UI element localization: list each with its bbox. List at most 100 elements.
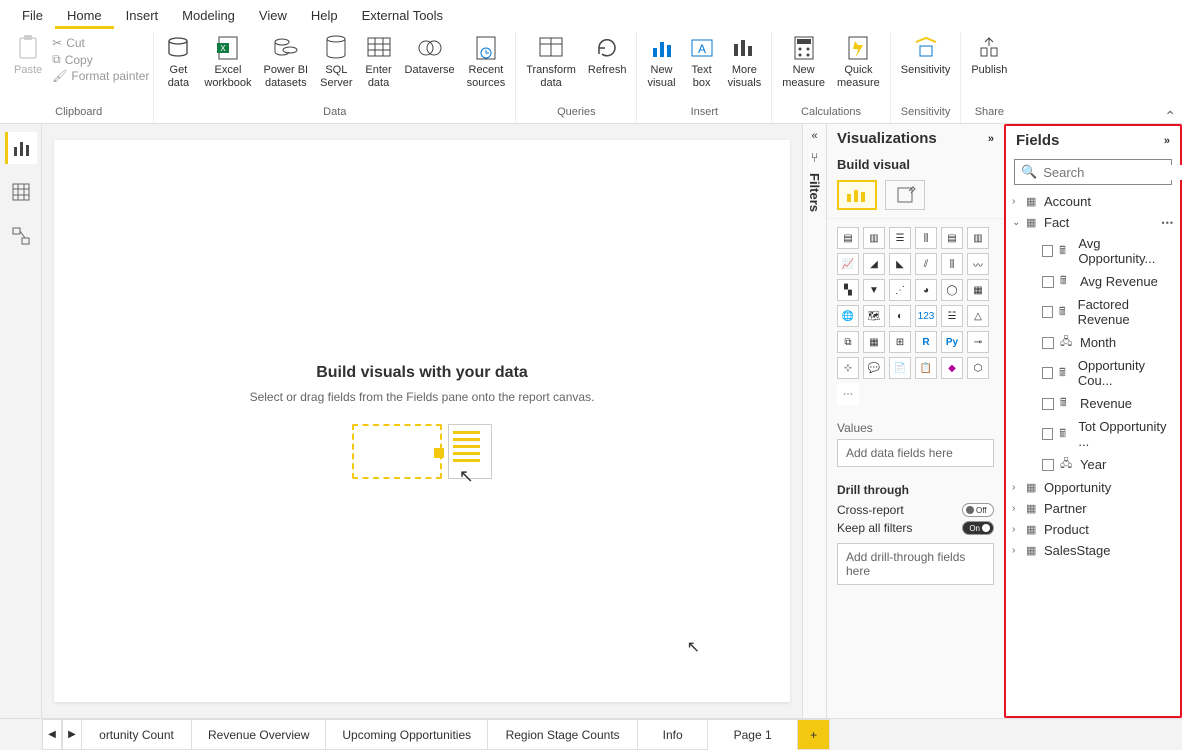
power-automate-icon[interactable]: ⬡: [967, 357, 989, 379]
fields-search[interactable]: 🔍: [1014, 159, 1172, 185]
key-influencers-icon[interactable]: ⊸: [967, 331, 989, 353]
menu-help[interactable]: Help: [299, 4, 350, 29]
menu-home[interactable]: Home: [55, 4, 114, 29]
checkbox[interactable]: [1042, 398, 1054, 410]
new-visual-button[interactable]: New visual: [641, 32, 681, 92]
decomposition-tree-icon[interactable]: ⊹: [837, 357, 859, 379]
field-year[interactable]: 🖧Year: [1006, 452, 1180, 477]
field-avg-revenue[interactable]: 🖩Avg Revenue: [1006, 269, 1180, 294]
get-more-visuals-icon[interactable]: ⋯: [837, 383, 859, 405]
checkbox[interactable]: [1042, 306, 1053, 318]
stacked-column-100-icon[interactable]: ▥: [967, 227, 989, 249]
kpi-icon[interactable]: △: [967, 305, 989, 327]
page-tab-upcoming-opportunities[interactable]: Upcoming Opportunities: [326, 719, 488, 750]
table-icon[interactable]: ▦: [863, 331, 885, 353]
tab-nav-prev[interactable]: ◀: [42, 719, 62, 750]
field-factored-revenue[interactable]: 🖩Factored Revenue: [1006, 294, 1180, 330]
enter-data-button[interactable]: Enter data: [359, 32, 399, 92]
keep-filters-toggle[interactable]: On: [962, 521, 994, 535]
treemap-icon[interactable]: ▦: [967, 279, 989, 301]
publish-button[interactable]: Publish: [965, 32, 1013, 79]
table-account[interactable]: ›▦Account: [1006, 191, 1180, 212]
dataverse-button[interactable]: Dataverse: [399, 32, 461, 79]
page-tab-page1[interactable]: Page 1: [708, 719, 798, 750]
collapse-fields-icon[interactable]: »: [1164, 135, 1170, 147]
field-avg-opportunity[interactable]: 🖩Avg Opportunity...: [1006, 233, 1180, 269]
page-tab-opportunity-count[interactable]: ortunity Count: [82, 719, 192, 750]
field-revenue[interactable]: 🖩Revenue: [1006, 391, 1180, 416]
menu-insert[interactable]: Insert: [114, 4, 171, 29]
tab-nav-next[interactable]: ▶: [62, 719, 82, 750]
table-opportunity[interactable]: ›▦Opportunity: [1006, 477, 1180, 498]
stacked-bar-icon[interactable]: ▤: [837, 227, 859, 249]
page-tab-info[interactable]: Info: [638, 719, 708, 750]
more-visuals-button[interactable]: More visuals: [722, 32, 768, 92]
drill-through-well[interactable]: Add drill-through fields here: [837, 543, 994, 585]
table-fact[interactable]: ⌄▦Fact•••: [1006, 212, 1180, 233]
power-apps-icon[interactable]: ◆: [941, 357, 963, 379]
page-tab-revenue-overview[interactable]: Revenue Overview: [192, 719, 326, 750]
format-painter-button[interactable]: 🖌Format painter: [52, 69, 149, 83]
line-stacked-column-icon[interactable]: ⫽: [915, 253, 937, 275]
clustered-bar-icon[interactable]: ☰: [889, 227, 911, 249]
python-visual-icon[interactable]: Py: [941, 331, 963, 353]
field-month[interactable]: 🖧Month: [1006, 330, 1180, 355]
checkbox[interactable]: [1042, 459, 1054, 471]
funnel-icon[interactable]: ▼: [863, 279, 885, 301]
cross-report-toggle[interactable]: Off: [962, 503, 994, 517]
stacked-area-icon[interactable]: ◣: [889, 253, 911, 275]
checkbox[interactable]: [1042, 276, 1054, 288]
copy-button[interactable]: ⧉Copy: [52, 52, 149, 67]
data-view-button[interactable]: [5, 176, 37, 208]
new-measure-button[interactable]: New measure: [776, 32, 831, 92]
multi-row-card-icon[interactable]: ☱: [941, 305, 963, 327]
slicer-icon[interactable]: ⧉: [837, 331, 859, 353]
waterfall-icon[interactable]: ▚: [837, 279, 859, 301]
menu-file[interactable]: File: [10, 4, 55, 29]
paginated-report-icon[interactable]: 📋: [915, 357, 937, 379]
checkbox[interactable]: [1042, 428, 1053, 440]
stacked-column-icon[interactable]: ▥: [863, 227, 885, 249]
r-visual-icon[interactable]: R: [915, 331, 937, 353]
add-page-button[interactable]: +: [798, 719, 830, 750]
matrix-icon[interactable]: ⊞: [889, 331, 911, 353]
get-data-button[interactable]: Get data: [158, 32, 198, 92]
ribbon-chart-icon[interactable]: 〰: [967, 253, 989, 275]
paste-button[interactable]: Paste: [8, 32, 48, 79]
cut-button[interactable]: ✂Cut: [52, 36, 149, 50]
sql-server-button[interactable]: SQL Server: [314, 32, 358, 92]
more-options-icon[interactable]: •••: [1162, 218, 1174, 228]
model-view-button[interactable]: [5, 220, 37, 252]
qa-visual-icon[interactable]: 💬: [863, 357, 885, 379]
clustered-column-icon[interactable]: ⫼: [915, 227, 937, 249]
table-product[interactable]: ›▦Product: [1006, 519, 1180, 540]
excel-workbook-button[interactable]: XExcel workbook: [198, 32, 257, 92]
checkbox[interactable]: [1042, 245, 1053, 257]
quick-measure-button[interactable]: Quick measure: [831, 32, 886, 92]
text-box-button[interactable]: AText box: [682, 32, 722, 92]
table-partner[interactable]: ›▦Partner: [1006, 498, 1180, 519]
card-icon[interactable]: 123: [915, 305, 937, 327]
menu-modeling[interactable]: Modeling: [170, 4, 247, 29]
menu-external-tools[interactable]: External Tools: [350, 4, 455, 29]
donut-icon[interactable]: ◯: [941, 279, 963, 301]
line-chart-icon[interactable]: 📈: [837, 253, 859, 275]
page-tab-region-stage-counts[interactable]: Region Stage Counts: [488, 719, 638, 750]
format-visual-tab[interactable]: [885, 180, 925, 210]
refresh-button[interactable]: Refresh: [582, 32, 633, 79]
build-visual-tab[interactable]: [837, 180, 877, 210]
area-chart-icon[interactable]: ◢: [863, 253, 885, 275]
filled-map-icon[interactable]: 🗺: [863, 305, 885, 327]
collapse-ribbon-button[interactable]: ⌃: [1164, 108, 1176, 125]
field-opportunity-count[interactable]: 🖩Opportunity Cou...: [1006, 355, 1180, 391]
gauge-icon[interactable]: ◐: [889, 305, 911, 327]
table-salesstage[interactable]: ›▦SalesStage: [1006, 540, 1180, 561]
values-well[interactable]: Add data fields here: [837, 439, 994, 467]
line-clustered-column-icon[interactable]: ⫼: [941, 253, 963, 275]
transform-data-button[interactable]: Transform data: [520, 32, 582, 92]
collapse-pane-icon[interactable]: »: [988, 133, 994, 145]
stacked-bar-100-icon[interactable]: ▤: [941, 227, 963, 249]
recent-sources-button[interactable]: Recent sources: [461, 32, 512, 92]
checkbox[interactable]: [1042, 367, 1053, 379]
sensitivity-button[interactable]: Sensitivity: [895, 32, 957, 79]
